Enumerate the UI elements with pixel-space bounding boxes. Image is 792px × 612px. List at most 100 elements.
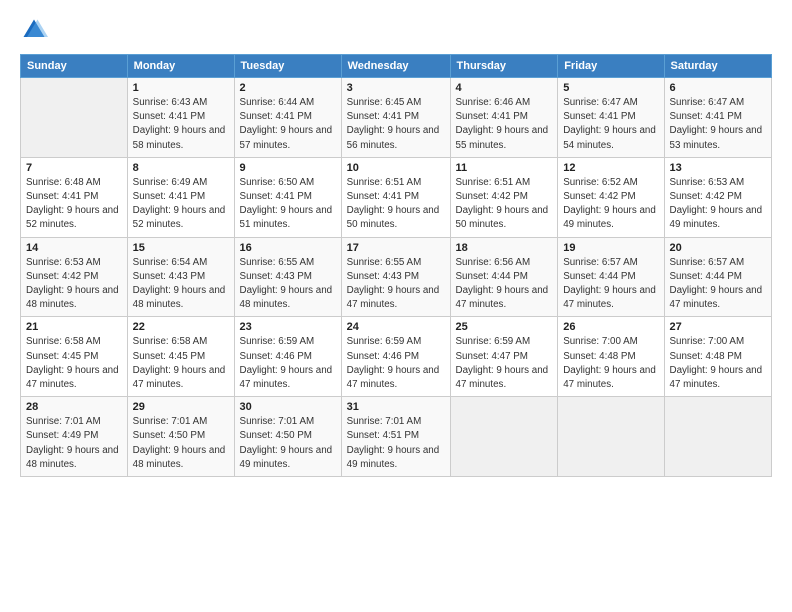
day-info: Sunrise: 7:01 AM Sunset: 4:51 PM Dayligh… [347,415,445,472]
calendar-cell: 15 Sunrise: 6:54 AM Sunset: 4:43 PM Dayli… [127,237,234,317]
calendar-cell: 27 Sunrise: 7:00 AM Sunset: 4:48 PM Dayli… [664,317,772,397]
day-number: 5 [563,82,658,94]
day-number: 9 [240,162,336,174]
day-number: 18 [456,242,553,254]
header [20,16,772,44]
day-info: Sunrise: 6:55 AM Sunset: 4:43 PM Dayligh… [240,256,336,313]
day-number: 7 [26,162,122,174]
calendar-header-cell-tuesday: Tuesday [234,55,341,78]
day-info: Sunrise: 6:54 AM Sunset: 4:43 PM Dayligh… [133,256,229,313]
calendar-header-cell-thursday: Thursday [450,55,558,78]
day-number: 27 [670,321,767,333]
calendar-cell: 9 Sunrise: 6:50 AM Sunset: 4:41 PM Daylig… [234,157,341,237]
day-number: 12 [563,162,658,174]
day-number: 20 [670,242,767,254]
day-info: Sunrise: 7:00 AM Sunset: 4:48 PM Dayligh… [563,335,658,392]
day-number: 28 [26,401,122,413]
calendar-cell: 26 Sunrise: 7:00 AM Sunset: 4:48 PM Dayli… [558,317,664,397]
calendar-cell [21,78,128,158]
logo-icon [20,16,48,44]
calendar-cell: 28Sunrise: 7:01 AM Sunset: 4:49 PM Dayli… [21,397,128,477]
calendar-cell: 6 Sunrise: 6:47 AM Sunset: 4:41 PM Daylig… [664,78,772,158]
day-info: Sunrise: 6:46 AM Sunset: 4:41 PM Dayligh… [456,96,553,153]
day-info: Sunrise: 6:59 AM Sunset: 4:46 PM Dayligh… [347,335,445,392]
day-number: 11 [456,162,553,174]
calendar-cell: 7Sunrise: 6:48 AM Sunset: 4:41 PM Daylig… [21,157,128,237]
calendar-table: SundayMondayTuesdayWednesdayThursdayFrid… [20,54,772,477]
calendar-cell: 1 Sunrise: 6:43 AM Sunset: 4:41 PM Daylig… [127,78,234,158]
calendar-cell: 2 Sunrise: 6:44 AM Sunset: 4:41 PM Daylig… [234,78,341,158]
day-info: Sunrise: 6:45 AM Sunset: 4:41 PM Dayligh… [347,96,445,153]
calendar-cell: 10Sunrise: 6:51 AM Sunset: 4:41 PM Dayli… [341,157,450,237]
day-info: Sunrise: 6:49 AM Sunset: 4:41 PM Dayligh… [133,176,229,233]
day-number: 13 [670,162,767,174]
calendar-cell: 19 Sunrise: 6:57 AM Sunset: 4:44 PM Dayli… [558,237,664,317]
day-info: Sunrise: 6:58 AM Sunset: 4:45 PM Dayligh… [26,335,122,392]
day-info: Sunrise: 6:51 AM Sunset: 4:42 PM Dayligh… [456,176,553,233]
calendar-cell [450,397,558,477]
day-number: 8 [133,162,229,174]
day-info: Sunrise: 7:00 AM Sunset: 4:48 PM Dayligh… [670,335,767,392]
day-number: 15 [133,242,229,254]
calendar-cell: 18 Sunrise: 6:56 AM Sunset: 4:44 PM Dayli… [450,237,558,317]
day-info: Sunrise: 6:53 AM Sunset: 4:42 PM Dayligh… [670,176,767,233]
day-info: Sunrise: 6:57 AM Sunset: 4:44 PM Dayligh… [563,256,658,313]
day-number: 26 [563,321,658,333]
day-info: Sunrise: 6:56 AM Sunset: 4:44 PM Dayligh… [456,256,553,313]
day-info: Sunrise: 6:47 AM Sunset: 4:41 PM Dayligh… [670,96,767,153]
calendar-cell: 14 Sunrise: 6:53 AM Sunset: 4:42 PM Dayli… [21,237,128,317]
calendar-header-cell-sunday: Sunday [21,55,128,78]
calendar-body: 1 Sunrise: 6:43 AM Sunset: 4:41 PM Daylig… [21,78,772,477]
day-number: 1 [133,82,229,94]
calendar-cell: 22 Sunrise: 6:58 AM Sunset: 4:45 PM Dayli… [127,317,234,397]
calendar-cell [558,397,664,477]
day-number: 14 [26,242,122,254]
calendar-week-row: 14 Sunrise: 6:53 AM Sunset: 4:42 PM Dayli… [21,237,772,317]
calendar-header-cell-wednesday: Wednesday [341,55,450,78]
calendar-cell: 16Sunrise: 6:55 AM Sunset: 4:43 PM Dayli… [234,237,341,317]
day-info: Sunrise: 6:58 AM Sunset: 4:45 PM Dayligh… [133,335,229,392]
calendar-cell: 17Sunrise: 6:55 AM Sunset: 4:43 PM Dayli… [341,237,450,317]
page: SundayMondayTuesdayWednesdayThursdayFrid… [0,0,792,612]
day-info: Sunrise: 6:53 AM Sunset: 4:42 PM Dayligh… [26,256,122,313]
calendar-cell: 30Sunrise: 7:01 AM Sunset: 4:50 PM Dayli… [234,397,341,477]
calendar-cell [664,397,772,477]
day-number: 19 [563,242,658,254]
calendar-header-cell-saturday: Saturday [664,55,772,78]
calendar-cell: 31Sunrise: 7:01 AM Sunset: 4:51 PM Dayli… [341,397,450,477]
day-info: Sunrise: 6:59 AM Sunset: 4:46 PM Dayligh… [240,335,336,392]
day-number: 30 [240,401,336,413]
calendar-cell: 12Sunrise: 6:52 AM Sunset: 4:42 PM Dayli… [558,157,664,237]
day-info: Sunrise: 6:44 AM Sunset: 4:41 PM Dayligh… [240,96,336,153]
day-number: 3 [347,82,445,94]
calendar-cell: 20 Sunrise: 6:57 AM Sunset: 4:44 PM Dayli… [664,237,772,317]
calendar-header-cell-friday: Friday [558,55,664,78]
day-number: 6 [670,82,767,94]
calendar-cell: 24Sunrise: 6:59 AM Sunset: 4:46 PM Dayli… [341,317,450,397]
calendar-cell: 3 Sunrise: 6:45 AM Sunset: 4:41 PM Daylig… [341,78,450,158]
calendar-cell: 5Sunrise: 6:47 AM Sunset: 4:41 PM Daylig… [558,78,664,158]
day-number: 22 [133,321,229,333]
day-number: 17 [347,242,445,254]
calendar-cell: 23Sunrise: 6:59 AM Sunset: 4:46 PM Dayli… [234,317,341,397]
calendar-cell: 11 Sunrise: 6:51 AM Sunset: 4:42 PM Dayli… [450,157,558,237]
day-number: 21 [26,321,122,333]
calendar-header-cell-monday: Monday [127,55,234,78]
calendar-cell: 25Sunrise: 6:59 AM Sunset: 4:47 PM Dayli… [450,317,558,397]
day-number: 29 [133,401,229,413]
calendar-week-row: 1 Sunrise: 6:43 AM Sunset: 4:41 PM Daylig… [21,78,772,158]
calendar-cell: 29 Sunrise: 7:01 AM Sunset: 4:50 PM Dayli… [127,397,234,477]
calendar-cell: 4Sunrise: 6:46 AM Sunset: 4:41 PM Daylig… [450,78,558,158]
day-info: Sunrise: 6:50 AM Sunset: 4:41 PM Dayligh… [240,176,336,233]
calendar-week-row: 21 Sunrise: 6:58 AM Sunset: 4:45 PM Dayli… [21,317,772,397]
day-info: Sunrise: 6:57 AM Sunset: 4:44 PM Dayligh… [670,256,767,313]
day-number: 2 [240,82,336,94]
day-number: 10 [347,162,445,174]
calendar-week-row: 28Sunrise: 7:01 AM Sunset: 4:49 PM Dayli… [21,397,772,477]
day-info: Sunrise: 7:01 AM Sunset: 4:50 PM Dayligh… [133,415,229,472]
calendar-header: SundayMondayTuesdayWednesdayThursdayFrid… [21,55,772,78]
calendar-cell: 8 Sunrise: 6:49 AM Sunset: 4:41 PM Daylig… [127,157,234,237]
day-info: Sunrise: 6:43 AM Sunset: 4:41 PM Dayligh… [133,96,229,153]
calendar-week-row: 7Sunrise: 6:48 AM Sunset: 4:41 PM Daylig… [21,157,772,237]
logo [20,16,52,44]
